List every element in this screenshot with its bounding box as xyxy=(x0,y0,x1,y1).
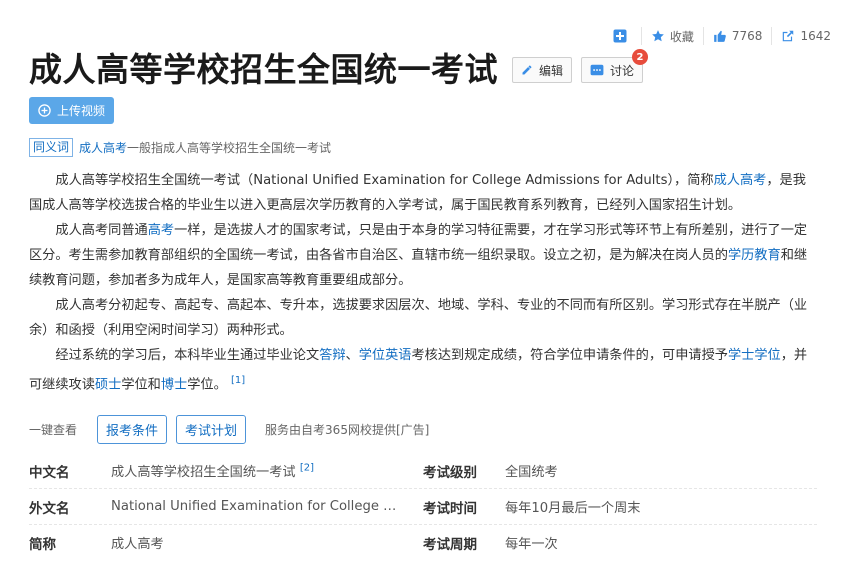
page-title: 成人高等学校招生全国统一考试 xyxy=(29,50,498,89)
share-count: 1642 xyxy=(800,29,831,43)
share-button[interactable]: 1642 xyxy=(771,27,840,45)
info-col: 考试周期 每年一次 xyxy=(423,533,817,553)
synonym-term-link[interactable]: 成人高考 xyxy=(79,139,127,156)
summary-text: 成人高等学校招生全国统一考试（National Unified Examinat… xyxy=(55,173,714,188)
info-col: 外文名 National Unified Examination for Col… xyxy=(29,497,423,517)
plus-circle-icon xyxy=(38,104,51,117)
info-key: 考试时间 xyxy=(423,500,477,517)
link-xuewei-yingyu[interactable]: 学位英语 xyxy=(359,348,412,363)
info-row: 中文名 成人高等学校招生全国统一考试 [2] 考试级别 全国统考 xyxy=(29,453,817,489)
discuss-button[interactable]: 讨论 2 xyxy=(581,49,649,83)
info-key: 考试周期 xyxy=(423,536,477,553)
reference-1[interactable]: [1] xyxy=(231,375,245,386)
info-col: 考试时间 每年10月最后一个周末 xyxy=(423,497,817,517)
share-icon xyxy=(783,30,794,42)
info-value: 成人高等学校招生全国统一考试 [2] xyxy=(111,461,411,480)
service-note: 服务由自考365网校提供[广告] xyxy=(265,423,430,437)
info-value: 每年10月最后一个周末 xyxy=(505,501,641,516)
quick-view: 一键查看 报考条件 考试计划 服务由自考365网校提供[广告] xyxy=(29,415,429,444)
edit-button[interactable]: 编辑 xyxy=(512,57,573,83)
link-boshi[interactable]: 博士 xyxy=(161,377,187,392)
info-value: National Unified Examination for College… xyxy=(111,499,401,514)
upload-video-label: 上传视频 xyxy=(56,104,105,118)
info-col: 中文名 成人高等学校招生全国统一考试 [2] xyxy=(29,461,423,481)
like-count: 7768 xyxy=(731,29,763,43)
upload-video-button[interactable]: 上传视频 xyxy=(29,97,114,124)
synonym-text: 一般指成人高等学校招生全国统一考试 xyxy=(127,141,332,155)
collect-label: 收藏 xyxy=(669,29,694,44)
link-shuoshi[interactable]: 硕士 xyxy=(95,377,121,392)
summary-text: 经过系统的学习后，本科毕业生通过毕业论文 xyxy=(55,348,320,363)
synonym-row: 同义词 成人高考 一般指成人高等学校招生全国统一考试 xyxy=(29,138,331,157)
info-key: 简称 xyxy=(29,536,56,553)
chat-icon xyxy=(590,64,604,76)
link-dabian[interactable]: 答辩 xyxy=(319,348,345,363)
summary-paragraph: 经过系统的学习后，本科毕业生通过毕业论文答辩、学位英语考核达到规定成绩，符合学位… xyxy=(29,343,817,397)
link-chengren-gaokao[interactable]: 成人高考 xyxy=(714,173,767,188)
thumbs-up-icon xyxy=(714,30,726,42)
summary-paragraph: 成人高考同普通高考一样，是选拔人才的国家考试，只是由于本身的学习特征需要，才在学… xyxy=(29,218,817,293)
summary-paragraph: 成人高等学校招生全国统一考试（National Unified Examinat… xyxy=(29,168,817,218)
info-key: 外文名 xyxy=(29,500,70,517)
like-button[interactable]: 7768 xyxy=(702,27,772,45)
title-row: 成人高等学校招生全国统一考试 编辑 讨论 2 xyxy=(29,48,649,92)
info-key: 考试级别 xyxy=(423,464,477,481)
info-key: 中文名 xyxy=(29,464,70,481)
star-icon xyxy=(652,30,664,42)
info-row: 外文名 National Unified Examination for Col… xyxy=(29,489,817,525)
plus-square-icon xyxy=(613,29,627,43)
info-value: 全国统考 xyxy=(505,465,558,480)
link-xueshi-xuewei[interactable]: 学士学位 xyxy=(728,348,781,363)
link-xueli-jiaoyu[interactable]: 学历教育 xyxy=(728,248,781,263)
info-row: 简称 成人高考 考试周期 每年一次 xyxy=(29,525,817,560)
info-value: 每年一次 xyxy=(505,537,558,552)
info-value-text: 成人高等学校招生全国统一考试 xyxy=(111,465,296,480)
apply-conditions-button[interactable]: 报考条件 xyxy=(97,415,168,444)
summary-text: 学位和 xyxy=(121,377,161,393)
link-gaokao[interactable]: 高考 xyxy=(148,223,174,238)
top-toolbar: 收藏 7768 1642 xyxy=(613,27,840,45)
basic-info: 中文名 成人高等学校招生全国统一考试 [2] 考试级别 全国统考 外文名 Nat… xyxy=(29,453,817,560)
discuss-label: 讨论 xyxy=(610,63,635,78)
discuss-badge: 2 xyxy=(632,49,649,65)
info-value: 成人高考 xyxy=(111,537,164,552)
edit-label: 编辑 xyxy=(539,63,564,78)
pencil-icon xyxy=(522,65,532,75)
collect-button[interactable]: 收藏 xyxy=(640,27,703,45)
summary-text: 学位。 xyxy=(187,377,227,393)
info-col: 考试级别 全国统考 xyxy=(423,461,817,481)
summary: 成人高等学校招生全国统一考试（National Unified Examinat… xyxy=(29,168,817,397)
summary-text: 成人高考同普通 xyxy=(55,223,148,238)
info-col: 简称 成人高考 xyxy=(29,533,423,553)
add-button[interactable] xyxy=(613,27,641,45)
summary-paragraph: 成人高考分初起专、高起专、高起本、专升本，选拔要求因层次、地域、学科、专业的不同… xyxy=(29,298,808,338)
summary-text: 考核达到规定成绩，符合学位申请条件的，可申请授予 xyxy=(411,348,728,363)
summary-text: 、 xyxy=(345,348,359,363)
synonym-tag[interactable]: 同义词 xyxy=(29,138,74,157)
reference-2[interactable]: [2] xyxy=(300,463,314,474)
quick-view-label: 一键查看 xyxy=(29,423,78,437)
exam-plan-button[interactable]: 考试计划 xyxy=(176,415,247,444)
